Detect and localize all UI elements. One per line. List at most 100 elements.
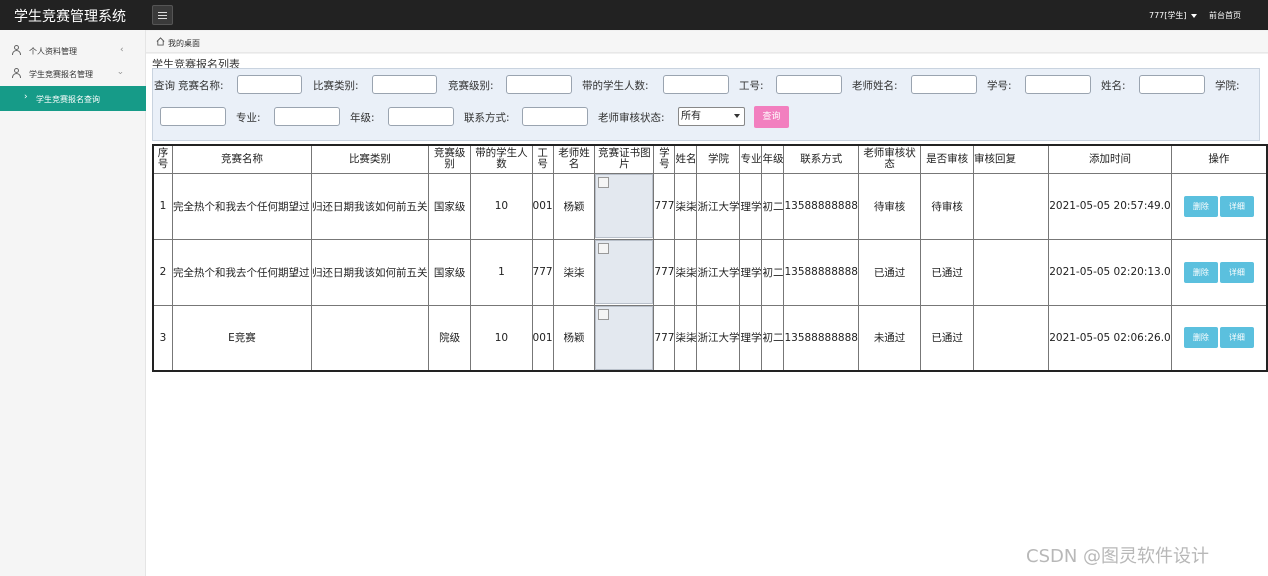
- col-header: 工号: [531, 144, 554, 174]
- col-header: 添加时间: [1048, 144, 1172, 174]
- user-name: 777[学生]: [1149, 11, 1187, 20]
- major-input[interactable]: [274, 107, 340, 126]
- match-type-input[interactable]: [372, 75, 437, 94]
- cell-level: 院级: [427, 304, 472, 372]
- cell-actions: 删除 详细: [1170, 304, 1268, 372]
- cell-grade: 初二: [761, 304, 785, 372]
- teacher-name-input[interactable]: [911, 75, 977, 94]
- comp-level-input[interactable]: [506, 75, 572, 94]
- student-no-label: 学号:: [987, 80, 1012, 92]
- breadcrumb-desktop[interactable]: 我的桌面: [168, 38, 200, 49]
- cell-name: 柒柒: [674, 238, 698, 306]
- sidebar-item-registration-query[interactable]: › 学生竞赛报名查询: [0, 86, 146, 111]
- comp-name-input[interactable]: [237, 75, 302, 94]
- chevron-down-icon: ‹: [115, 71, 126, 75]
- name-input[interactable]: [1139, 75, 1205, 94]
- cell-no: 2: [152, 238, 174, 306]
- cell-student-no: 777: [653, 172, 676, 240]
- col-header: 竞赛名称: [172, 144, 312, 174]
- cell-teacher-status: 待审核: [857, 172, 922, 240]
- cell-major: 理学: [739, 238, 763, 306]
- search-form: 查询 竞赛名称: 比赛类别: 竞赛级别: 带的学生人数: 工号: 老师姓名: 学…: [152, 68, 1260, 141]
- registration-table: 序号 竞赛名称 比赛类别 竞赛级别 带的学生人数 工号 老师姓名 竞赛证书图片 …: [152, 144, 1268, 372]
- col-header: 联系方式: [783, 144, 859, 174]
- match-type-label: 比赛类别:: [313, 80, 359, 92]
- cell-reply: [972, 238, 1050, 306]
- cell-teacher: 杨颖: [552, 172, 596, 240]
- col-header: 操作: [1170, 144, 1268, 174]
- student-count-input[interactable]: [663, 75, 729, 94]
- search-button[interactable]: 查询: [754, 106, 789, 128]
- cell-college: 浙江大学: [696, 238, 741, 306]
- main-content: 学生竞赛报名列表 查询 竞赛名称: 比赛类别: 竞赛级别: 带的学生人数: 工号…: [146, 54, 1268, 576]
- col-header: 比赛类别: [310, 144, 429, 174]
- col-header: 带的学生人数: [470, 144, 533, 174]
- frontend-home-link[interactable]: 前台首页: [1209, 10, 1241, 21]
- col-header: 学号: [653, 144, 676, 174]
- table-row: 1 完全热个和我去个任何期望过 归还日期我该如何前五关 国家级 10 001 杨…: [152, 172, 1268, 240]
- grade-input[interactable]: [388, 107, 454, 126]
- college-input[interactable]: [160, 107, 226, 126]
- detail-button[interactable]: 详细: [1219, 195, 1254, 217]
- cell-teacher-status: 未通过: [857, 304, 922, 372]
- detail-button[interactable]: 详细: [1219, 327, 1254, 349]
- col-header: 竞赛证书图片: [594, 144, 655, 174]
- col-header: 竞赛级别: [427, 144, 472, 174]
- table-row: 2 完全热个和我去个任何期望过 归还日期我该如何前五关 国家级 1 777 柒柒…: [152, 238, 1268, 306]
- col-header: 姓名: [674, 144, 698, 174]
- caret-down-icon: [1190, 13, 1197, 18]
- comp-name-label: 竞赛名称:: [178, 80, 224, 92]
- broken-image-icon: [595, 174, 653, 238]
- sidebar-item-registration[interactable]: 学生竞赛报名管理 ‹: [0, 61, 146, 85]
- home-icon: [156, 37, 165, 46]
- cell-phone: 13588888888: [783, 238, 859, 306]
- broken-image-icon: [595, 240, 653, 304]
- watermark: CSDN @图灵软件设计: [1026, 546, 1210, 567]
- cell-major: 理学: [739, 172, 763, 240]
- cell-added: 2021-05-05 02:20:13.0: [1048, 238, 1172, 306]
- cell-major: 理学: [739, 304, 763, 372]
- job-no-input[interactable]: [776, 75, 842, 94]
- cell-job-no: 001: [531, 172, 554, 240]
- delete-button[interactable]: 删除: [1183, 261, 1218, 283]
- menu-toggle-button[interactable]: [152, 5, 173, 25]
- user-icon: [12, 68, 21, 78]
- col-header: 审核回复: [972, 144, 1050, 174]
- college-label: 学院:: [1215, 80, 1240, 92]
- cell-count: 10: [470, 172, 533, 240]
- cell-cert-image: [594, 304, 655, 372]
- sidebar-item-label: 学生竞赛报名查询: [36, 95, 100, 104]
- cell-student-no: 777: [653, 304, 676, 372]
- cell-name: 柒柒: [674, 304, 698, 372]
- user-menu[interactable]: 777[学生]: [1149, 10, 1197, 21]
- cell-no: 1: [152, 172, 174, 240]
- contact-input[interactable]: [522, 107, 588, 126]
- review-status-select[interactable]: 所有: [678, 107, 745, 126]
- cell-grade: 初二: [761, 172, 785, 240]
- cell-student-no: 777: [653, 238, 676, 306]
- app-title[interactable]: 学生竞赛管理系统: [14, 6, 126, 26]
- breadcrumb: 我的桌面: [146, 31, 1268, 53]
- hamburger-icon: [158, 11, 167, 19]
- sidebar-item-profile[interactable]: 个人资料管理 ‹: [0, 38, 146, 62]
- cell-actions: 删除 详细: [1170, 238, 1268, 306]
- col-header: 专业: [739, 144, 763, 174]
- review-status-value: 所有: [681, 111, 701, 122]
- cell-audited: 已通过: [920, 304, 974, 372]
- student-no-input[interactable]: [1025, 75, 1091, 94]
- col-header: 序号: [152, 144, 174, 174]
- comp-level-label: 竞赛级别:: [448, 80, 494, 92]
- detail-button[interactable]: 详细: [1219, 261, 1254, 283]
- cell-audited: 待审核: [920, 172, 974, 240]
- cell-count: 10: [470, 304, 533, 372]
- delete-button[interactable]: 删除: [1183, 327, 1218, 349]
- dropdown-arrow-icon: [734, 114, 740, 118]
- chevron-right-icon: ›: [24, 92, 28, 102]
- name-label: 姓名:: [1101, 80, 1126, 92]
- broken-image-icon: [595, 306, 653, 370]
- review-status-label: 老师审核状态:: [598, 112, 665, 124]
- table-header-row: 序号 竞赛名称 比赛类别 竞赛级别 带的学生人数 工号 老师姓名 竞赛证书图片 …: [152, 144, 1268, 174]
- cell-count: 1: [470, 238, 533, 306]
- delete-button[interactable]: 删除: [1183, 195, 1218, 217]
- cell-match-type: 归还日期我该如何前五关: [310, 172, 429, 240]
